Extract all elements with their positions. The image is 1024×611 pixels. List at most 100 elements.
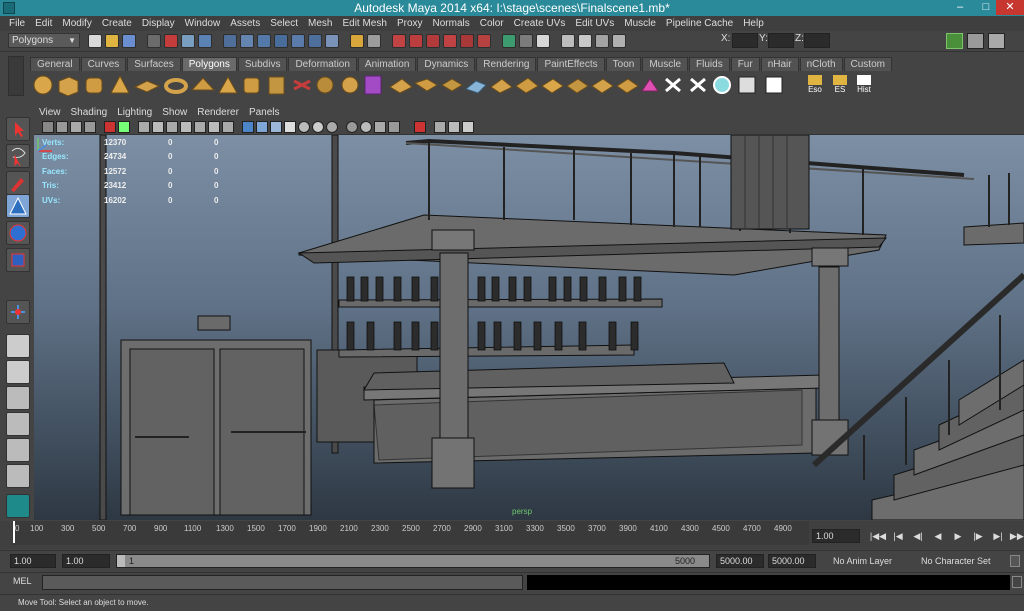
shelf-tab-deformation[interactable]: Deformation bbox=[288, 57, 357, 71]
rotate-tool-icon[interactable] bbox=[6, 221, 30, 245]
shelf-tab-curves[interactable]: Curves bbox=[80, 57, 127, 71]
xray-icon[interactable] bbox=[388, 121, 400, 133]
outliner-icon[interactable] bbox=[561, 34, 575, 48]
menu-window[interactable]: Window bbox=[180, 18, 226, 29]
manipulator-tool-icon[interactable] bbox=[6, 300, 30, 324]
persp-outliner-layout-icon[interactable] bbox=[6, 386, 30, 410]
snap-grid-icon[interactable] bbox=[223, 34, 237, 48]
camera-attributes-icon[interactable] bbox=[56, 121, 68, 133]
menu-create-uvs[interactable]: Create UVs bbox=[509, 18, 571, 29]
ambient-occlusion-icon[interactable] bbox=[312, 121, 324, 133]
attribute-editor-icon[interactable] bbox=[519, 34, 533, 48]
isolate-select-icon[interactable] bbox=[374, 121, 386, 133]
hypershade-icon[interactable] bbox=[443, 34, 457, 48]
snap-curve-icon[interactable] bbox=[240, 34, 254, 48]
select-object-icon[interactable] bbox=[181, 34, 195, 48]
anim-layer-dropdown[interactable]: No Anim Layer bbox=[833, 554, 892, 568]
make-live-icon[interactable] bbox=[291, 34, 305, 48]
single-perspective-layout-icon[interactable] bbox=[6, 334, 30, 358]
z-field[interactable] bbox=[804, 33, 830, 48]
script-editor-icon[interactable] bbox=[1012, 576, 1022, 588]
menu-create[interactable]: Create bbox=[97, 18, 137, 29]
safe-title-icon[interactable] bbox=[194, 121, 206, 133]
shelf-menu-handle[interactable] bbox=[8, 56, 24, 96]
go-to-start-icon[interactable]: |◀◀ bbox=[868, 529, 888, 543]
panel-menu-shading[interactable]: Shading bbox=[66, 107, 113, 118]
playback-end-field[interactable]: 5000.00 bbox=[716, 554, 764, 568]
toggle-attribute-editor-icon[interactable] bbox=[967, 33, 984, 49]
xray-active-icon[interactable] bbox=[434, 121, 446, 133]
smooth-shade-icon[interactable] bbox=[242, 121, 254, 133]
tool-settings-icon[interactable] bbox=[536, 34, 550, 48]
shelf-tab-painteffects[interactable]: PaintEffects bbox=[537, 57, 605, 71]
select-component-icon[interactable] bbox=[198, 34, 212, 48]
character-set-dropdown[interactable]: No Character Set bbox=[921, 554, 991, 568]
menu-set-dropdown[interactable]: Polygons ▼ bbox=[8, 33, 80, 48]
close-button[interactable]: ✕ bbox=[996, 0, 1024, 15]
persp-uv-layout-icon[interactable] bbox=[6, 464, 30, 488]
snap-view-plane-icon[interactable] bbox=[274, 34, 288, 48]
select-tool-icon[interactable] bbox=[6, 117, 30, 141]
start-time-field[interactable]: 1.00 bbox=[10, 554, 56, 568]
film-gate-icon[interactable] bbox=[118, 121, 130, 133]
y-field[interactable] bbox=[768, 33, 794, 48]
x-field[interactable] bbox=[732, 33, 758, 48]
menu-display[interactable]: Display bbox=[137, 18, 180, 29]
menu-assets[interactable]: Assets bbox=[225, 18, 265, 29]
select-hierarchy-icon[interactable] bbox=[164, 34, 178, 48]
command-input[interactable] bbox=[42, 575, 523, 590]
play-backwards-icon[interactable]: ◀ bbox=[928, 529, 948, 543]
persp-graph-layout-icon[interactable] bbox=[6, 412, 30, 436]
shelf-tab-nhair[interactable]: nHair bbox=[760, 57, 799, 71]
shelf-tab-dynamics[interactable]: Dynamics bbox=[417, 57, 476, 71]
menu-select[interactable]: Select bbox=[265, 18, 303, 29]
range-slider[interactable]: 1 5000 bbox=[116, 554, 710, 568]
menu-modify[interactable]: Modify bbox=[57, 18, 96, 29]
lasso-tool-icon[interactable] bbox=[6, 144, 30, 168]
current-frame-field[interactable]: 1.00 bbox=[812, 529, 860, 543]
panel-menu-show[interactable]: Show bbox=[157, 107, 192, 118]
shelf-tab-rendering[interactable]: Rendering bbox=[476, 57, 537, 71]
panel-menu-view[interactable]: View bbox=[34, 107, 66, 118]
play-forwards-icon[interactable]: ▶ bbox=[948, 529, 968, 543]
camera-select-icon[interactable] bbox=[42, 121, 54, 133]
shelf-tab-general[interactable]: General bbox=[30, 57, 80, 71]
step-back-key-icon[interactable]: |◀ bbox=[888, 529, 908, 543]
snap-help-icon[interactable] bbox=[325, 34, 339, 48]
image-plane-icon[interactable] bbox=[84, 121, 96, 133]
field-chart-icon[interactable] bbox=[166, 121, 178, 133]
shadows-icon[interactable] bbox=[298, 121, 310, 133]
minimize-button[interactable]: – bbox=[947, 0, 973, 15]
move-tool-icon[interactable] bbox=[6, 194, 30, 218]
render-current-frame-icon[interactable] bbox=[392, 34, 406, 48]
menu-edit[interactable]: Edit bbox=[30, 18, 57, 29]
paint-select-tool-icon[interactable] bbox=[6, 171, 30, 195]
open-scene-icon[interactable] bbox=[105, 34, 119, 48]
depth-of-field-icon[interactable] bbox=[360, 121, 372, 133]
step-back-frame-icon[interactable]: ◀| bbox=[908, 529, 928, 543]
persp-hypershade-layout-icon[interactable] bbox=[6, 438, 30, 462]
ipr-render-icon[interactable] bbox=[409, 34, 423, 48]
render-settings-icon[interactable] bbox=[426, 34, 440, 48]
menu-mesh[interactable]: Mesh bbox=[303, 18, 337, 29]
go-to-end-icon[interactable]: ▶▶| bbox=[1008, 529, 1024, 543]
gate-mask-icon[interactable] bbox=[152, 121, 164, 133]
shelf-tab-ncloth[interactable]: nCloth bbox=[799, 57, 843, 71]
node-graph-icon[interactable] bbox=[462, 121, 474, 133]
es-shelf-button[interactable]: ES bbox=[829, 74, 851, 98]
shelf-tab-surfaces[interactable]: Surfaces bbox=[127, 57, 181, 71]
grid-icon[interactable] bbox=[208, 121, 220, 133]
animation-preferences-icon[interactable] bbox=[1010, 555, 1020, 567]
save-scene-icon[interactable] bbox=[122, 34, 136, 48]
four-view-layout-icon[interactable] bbox=[6, 360, 30, 384]
panel-menu-panels[interactable]: Panels bbox=[244, 107, 285, 118]
use-all-lights-icon[interactable] bbox=[284, 121, 296, 133]
render-view-icon[interactable] bbox=[460, 34, 474, 48]
motion-blur-icon[interactable] bbox=[326, 121, 338, 133]
render-region-icon[interactable] bbox=[477, 34, 491, 48]
lock-icon[interactable] bbox=[350, 34, 364, 48]
xray-joints-icon[interactable] bbox=[414, 121, 426, 133]
bookmarks-icon[interactable] bbox=[70, 121, 82, 133]
history-icon[interactable] bbox=[367, 34, 381, 48]
resolution-gate-icon[interactable] bbox=[138, 121, 150, 133]
